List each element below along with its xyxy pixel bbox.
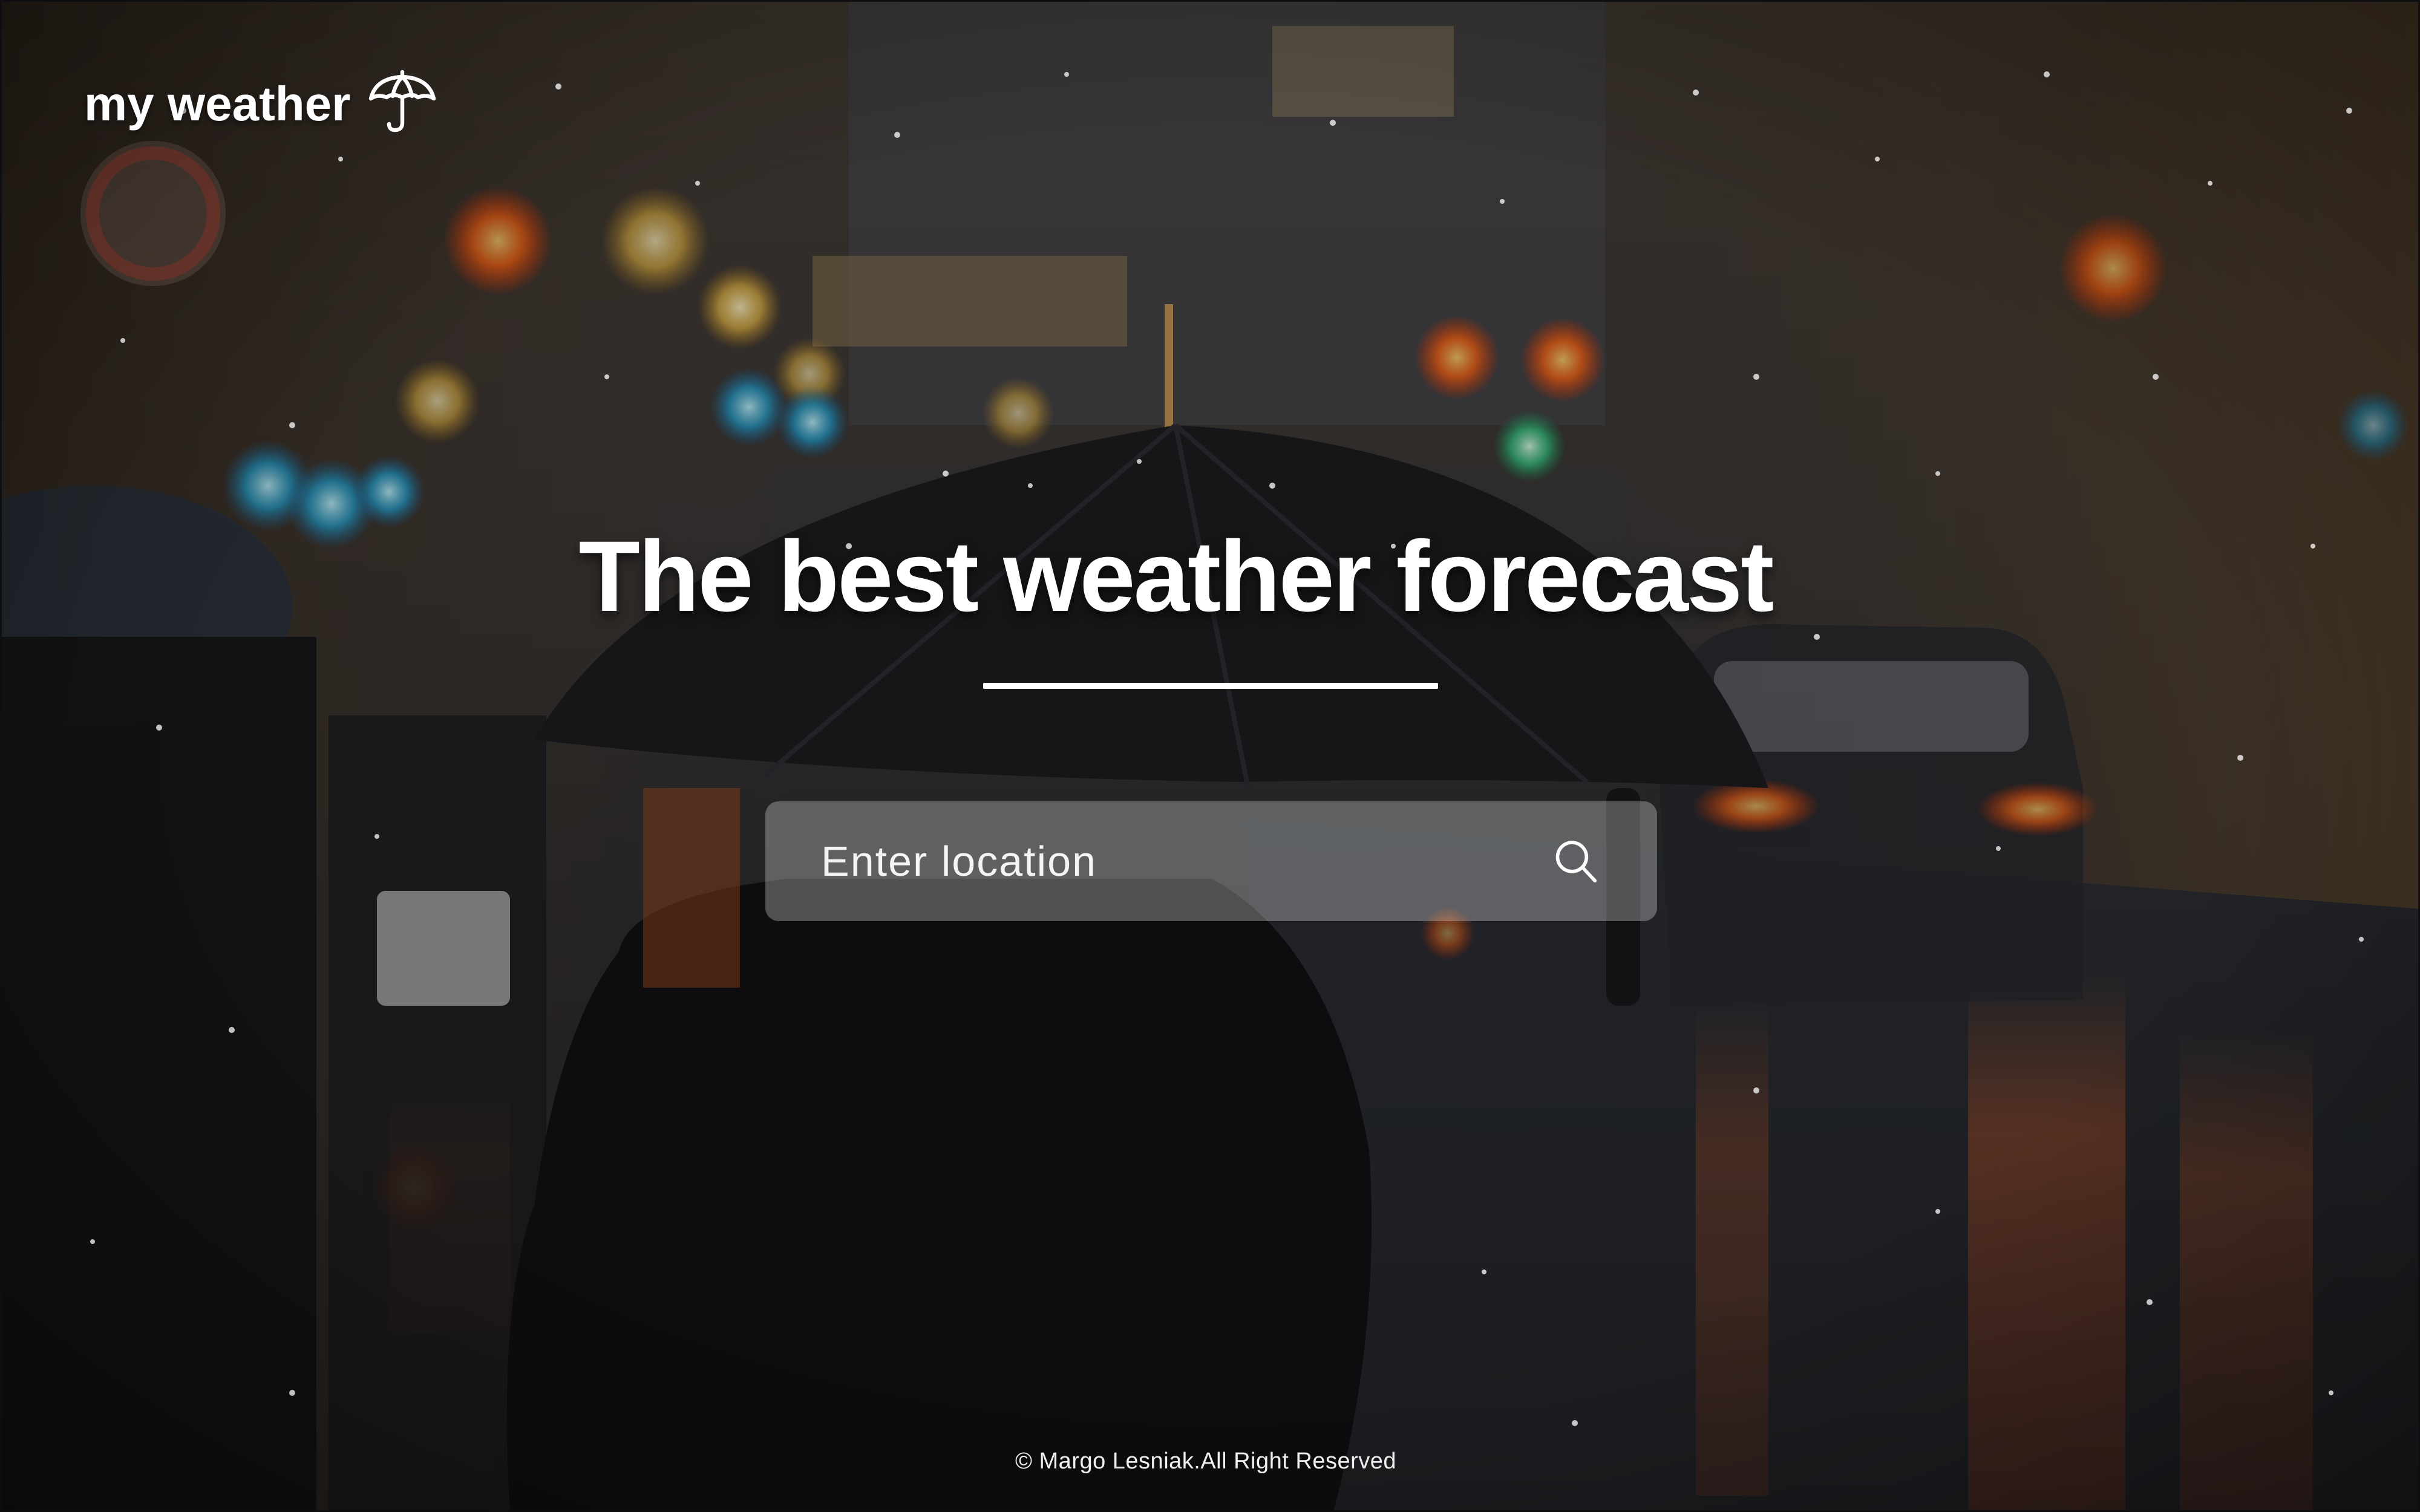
umbrella-icon (369, 70, 436, 132)
search-icon[interactable] (1548, 834, 1603, 888)
logo-text: my weather (84, 77, 351, 131)
location-search-input[interactable] (820, 836, 1548, 886)
title-divider (983, 683, 1438, 689)
app-logo[interactable]: my weather (84, 68, 441, 140)
background-photo (2, 2, 2418, 1510)
app-screen: my weather The best weather forecast © M… (0, 0, 2420, 1512)
footer-copyright: © Margo Lesniak.All Right Reserved (1015, 1448, 1397, 1474)
page-title: The best weather forecast (578, 521, 1774, 633)
location-search-bar[interactable] (765, 801, 1657, 921)
